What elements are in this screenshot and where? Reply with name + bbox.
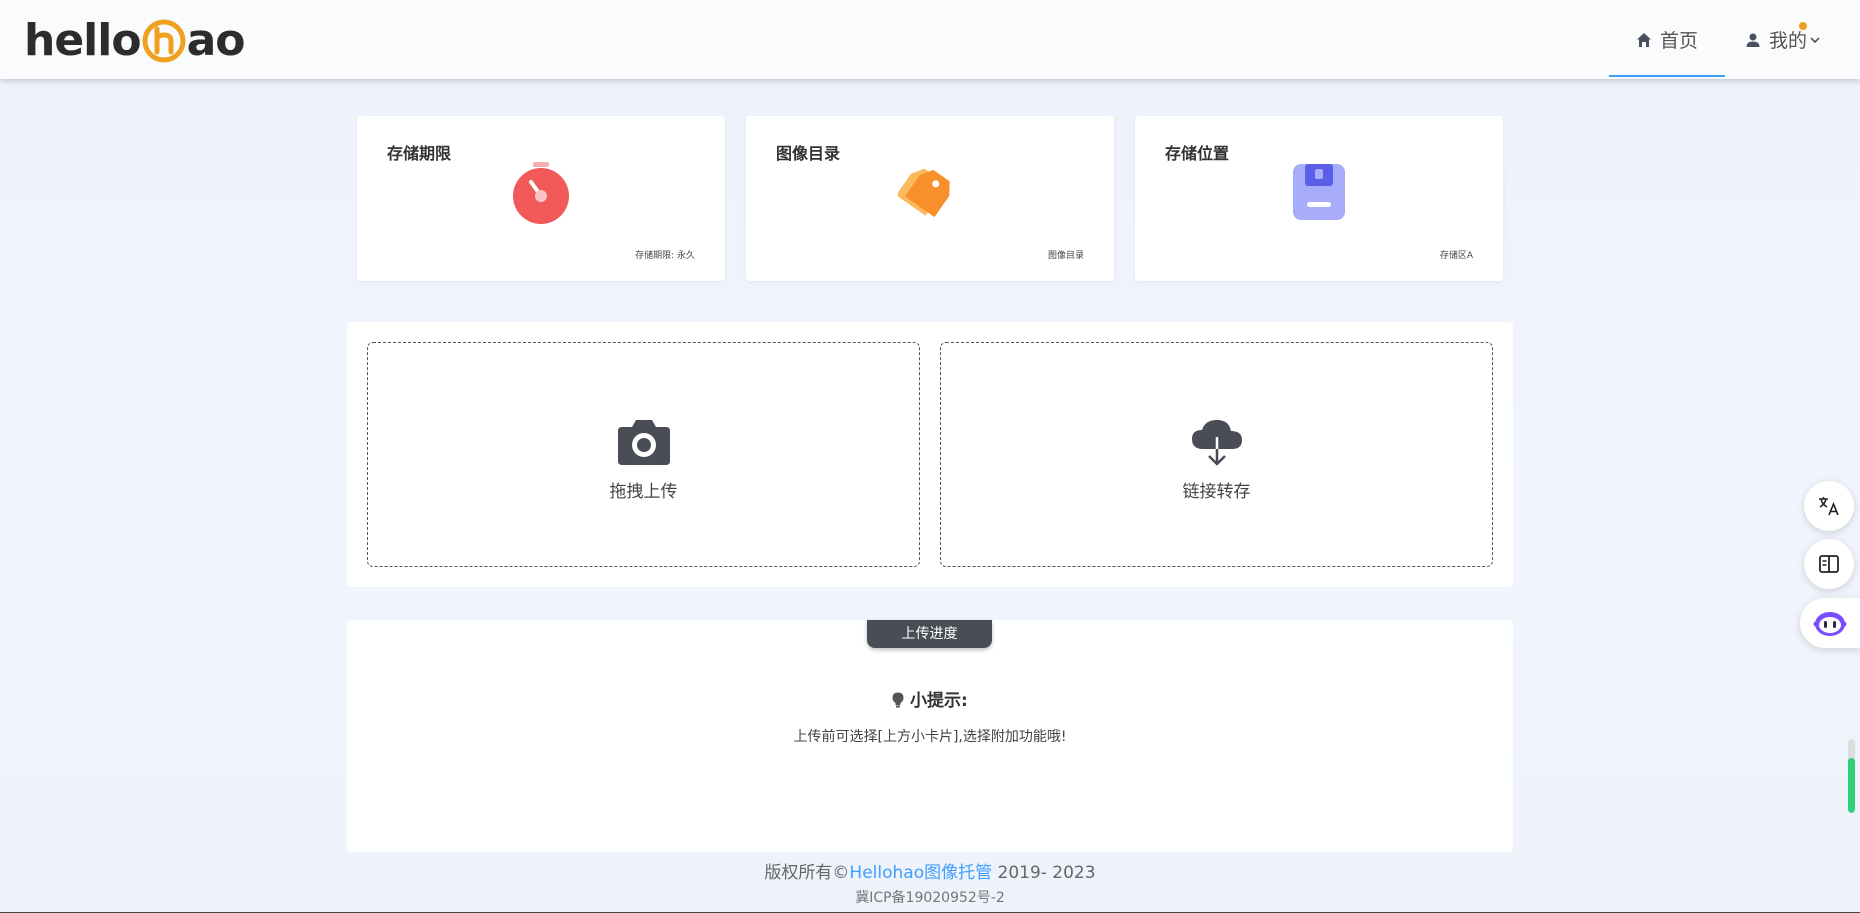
icp-record[interactable]: 冀ICP备19020952号-2 xyxy=(0,887,1860,907)
tag-icon xyxy=(898,168,950,218)
nav-user-menu[interactable]: 我的 xyxy=(1725,0,1860,79)
tip-title: 小提示: xyxy=(347,686,1513,711)
chatbot-icon xyxy=(1813,612,1847,636)
copyright-prefix: 版权所有© xyxy=(764,863,850,883)
card-storage-period[interactable]: 存储期限 存储期限: 永久 xyxy=(357,116,725,281)
home-icon xyxy=(1636,32,1651,47)
reader-mode-button[interactable] xyxy=(1804,539,1854,589)
upload-progress-panel: 上传进度 小提示: 上传前可选择[上方小卡片],选择附加功能哦! xyxy=(347,620,1513,852)
translate-button[interactable] xyxy=(1804,481,1854,531)
upload-panel: 拖拽上传 链接转存 xyxy=(347,322,1513,587)
scroll-progress-fill xyxy=(1848,757,1855,813)
copyright-years: 2019- 2023 xyxy=(992,863,1096,883)
top-navbar: hello ao 首页 我的 xyxy=(0,0,1860,79)
logo-text-left: hello xyxy=(24,15,142,66)
card-image-directory[interactable]: 图像目录 图像目录 xyxy=(746,116,1114,281)
drag-upload-label: 拖拽上传 xyxy=(609,482,678,502)
chevron-down-icon xyxy=(1810,36,1820,43)
tip-title-text: 小提示: xyxy=(910,691,968,711)
card-footer-text: 存储区A xyxy=(1439,251,1473,261)
tip-text: 上传前可选择[上方小卡片],选择附加功能哦! xyxy=(793,729,1067,745)
cloud-download-icon xyxy=(1191,420,1242,466)
nav-home-label: 首页 xyxy=(1659,30,1698,52)
reader-icon xyxy=(1819,555,1839,573)
card-footer-text: 图像目录 xyxy=(1047,251,1084,261)
main-nav: 首页 我的 xyxy=(1609,0,1860,79)
nav-home[interactable]: 首页 xyxy=(1609,0,1725,79)
card-title: 存储位置 xyxy=(1165,144,1230,163)
card-title: 存储期限 xyxy=(387,144,452,163)
scroll-progress-indicator[interactable] xyxy=(1848,739,1855,813)
drag-upload-zone[interactable]: 拖拽上传 xyxy=(367,342,920,567)
notification-dot xyxy=(1799,22,1807,30)
logo-text-right: ao xyxy=(186,15,246,66)
link-transfer-zone[interactable]: 链接转存 xyxy=(940,342,1493,567)
link-transfer-label: 链接转存 xyxy=(1182,482,1251,502)
nav-me-label: 我的 xyxy=(1769,30,1808,52)
camera-icon xyxy=(617,420,670,465)
upload-progress-tab[interactable]: 上传进度 xyxy=(867,620,992,648)
card-footer-text: 存储期限: 永久 xyxy=(635,251,695,261)
card-storage-location[interactable]: 存储位置 存储区A xyxy=(1135,116,1503,281)
translate-icon xyxy=(1819,497,1839,516)
stopwatch-icon xyxy=(513,162,569,224)
copyright-line: 版权所有©Hellohao图像托管 2019- 2023 xyxy=(0,858,1860,883)
floppy-disk-icon xyxy=(1293,164,1345,220)
logo-h-mark xyxy=(142,19,186,63)
card-title: 图像目录 xyxy=(776,144,841,163)
site-logo[interactable]: hello ao xyxy=(24,14,246,68)
lightbulb-icon xyxy=(892,692,904,708)
site-name-link[interactable]: Hellohao图像托管 xyxy=(849,863,992,883)
ai-assistant-button[interactable] xyxy=(1800,598,1860,648)
user-icon xyxy=(1746,33,1760,47)
